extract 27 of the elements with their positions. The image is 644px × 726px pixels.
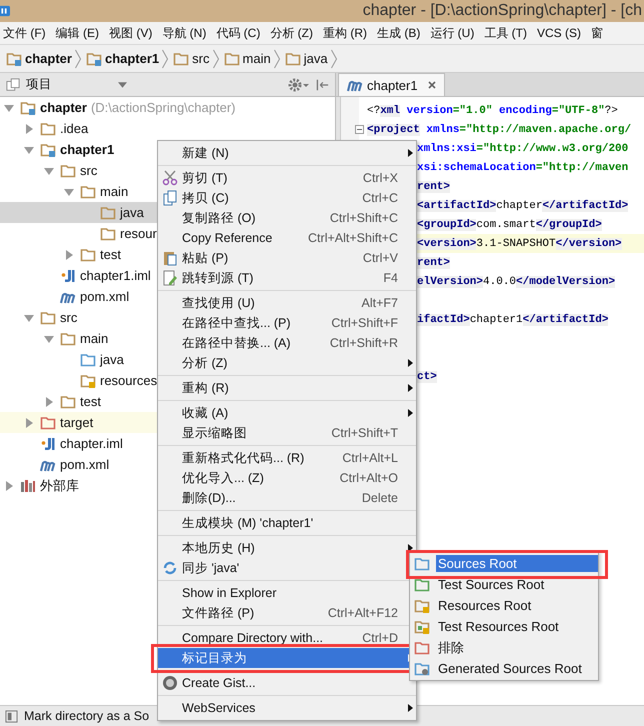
shortcut-label: Ctrl+C [362, 191, 398, 205]
shortcut-label: Ctrl+D [362, 631, 398, 645]
code-line: elVersion>4.0.0</modelVersion> [417, 276, 616, 288]
shortcut-label: Alt+F7 [362, 296, 398, 310]
shortcut-label: Ctrl+Shift+T [331, 426, 398, 440]
shortcut-label: Ctrl+X [362, 171, 398, 185]
shortcut-label: Ctrl+Alt+O [340, 471, 398, 485]
code-line: <project xmlns="http://maven.apache.org/ [367, 124, 632, 136]
shortcut-label: Ctrl+Alt+L [342, 451, 398, 465]
status-message: Mark directory as a So [24, 709, 150, 723]
code-line: <groupId>com.smart</groupId> [417, 218, 602, 230]
code-line: <artifactId>chapter</artifactId> [417, 200, 628, 212]
shortcut-label: Ctrl+V [362, 251, 398, 265]
shortcut-label: Ctrl+Alt+F12 [328, 606, 398, 620]
code-line: <version>3.1-SNAPSHOT</version> [417, 238, 622, 250]
window-title: chapter - [D:\actionSpring\chapter] - [ch [362, 2, 643, 20]
code-line: ifactId>chapter1</artifactId> [417, 314, 608, 326]
shortcut-label: Ctrl+Alt+Shift+C [308, 231, 398, 245]
code-line: xmlns:xsi="http://www.w3.org/200 [417, 142, 628, 154]
shortcut-label: Ctrl+Shift+R [330, 336, 398, 350]
tree-item-path: (D:\actionSpring\chapter) [90, 100, 236, 115]
code-line: xsi:schemaLocation="http://maven [417, 162, 628, 174]
code-line: <?xml version="1.0" encoding="UTF-8"?> [367, 104, 618, 116]
shortcut-label: Delete [362, 491, 398, 505]
shortcut-label: Ctrl+Shift+C [330, 211, 398, 225]
shortcut-label: F4 [383, 271, 398, 285]
shortcut-label: Ctrl+Shift+F [331, 316, 398, 330]
